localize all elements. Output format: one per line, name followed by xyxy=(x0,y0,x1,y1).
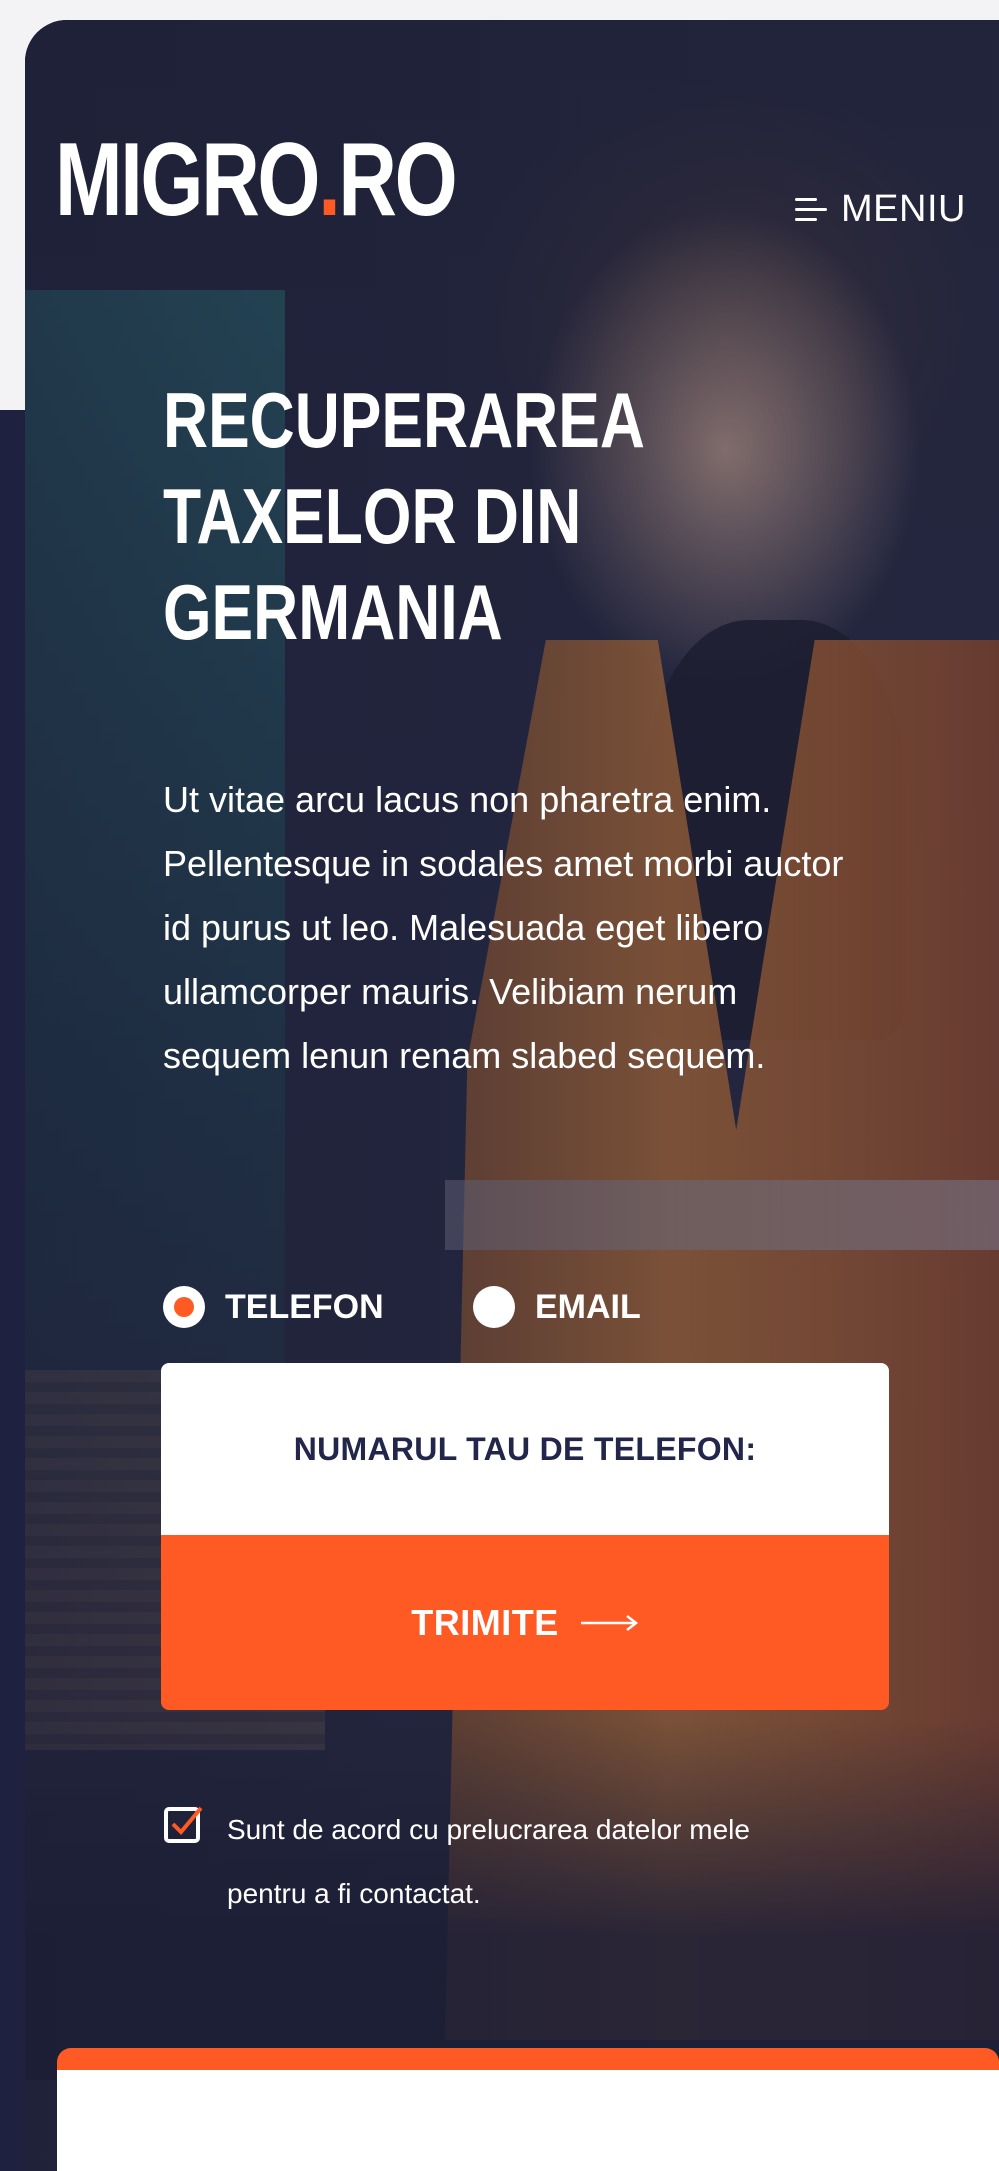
logo-main: MIGRO xyxy=(55,122,321,238)
consent-text: Sunt de acord cu prelucrarea datelor mel… xyxy=(227,1814,750,1909)
submit-label: TRIMITE xyxy=(411,1601,559,1643)
menu-button[interactable]: MENIU xyxy=(795,188,966,231)
logo-dot: . xyxy=(318,122,341,238)
hero-title-line: TAXELOR DIN xyxy=(163,472,582,560)
hero-title-line: RECUPERAREA xyxy=(163,376,645,464)
hero-description: Ut vitae arcu lacus non pharetra enim. P… xyxy=(163,779,844,1076)
radio-telefon-label: TELEFON xyxy=(225,1287,384,1326)
radio-telefon[interactable]: TELEFON xyxy=(163,1286,384,1328)
menu-label: MENIU xyxy=(841,188,966,230)
radio-email[interactable]: EMAIL xyxy=(473,1286,641,1328)
arrow-right-icon xyxy=(580,1614,638,1631)
contact-form: NUMARUL TAU DE TELEFON: TRIMITE xyxy=(161,1363,889,1710)
hero-title: RECUPERAREA TAXELOR DIN GERMANIA xyxy=(163,372,723,660)
radio-unselected-icon xyxy=(473,1286,515,1328)
next-section-card xyxy=(57,2048,999,2171)
radio-selected-icon xyxy=(163,1286,205,1328)
radio-email-label: EMAIL xyxy=(535,1287,641,1326)
consent-row: Sunt de acord cu prelucrarea datelor mel… xyxy=(163,1798,787,1926)
mobile-page: MIGRO.RO MENIU RECUPERAREA TAXELOR DIN G… xyxy=(25,20,999,2171)
hamburger-menu-icon xyxy=(795,197,827,223)
site-logo[interactable]: MIGRO.RO xyxy=(55,128,458,232)
hero-title-line: GERMANIA xyxy=(163,568,503,656)
logo-suffix: RO xyxy=(338,122,457,238)
submit-button[interactable]: TRIMITE xyxy=(161,1535,889,1710)
checkbox-checked-icon[interactable] xyxy=(163,1804,205,1846)
phone-number-input[interactable]: NUMARUL TAU DE TELEFON: xyxy=(161,1363,889,1535)
